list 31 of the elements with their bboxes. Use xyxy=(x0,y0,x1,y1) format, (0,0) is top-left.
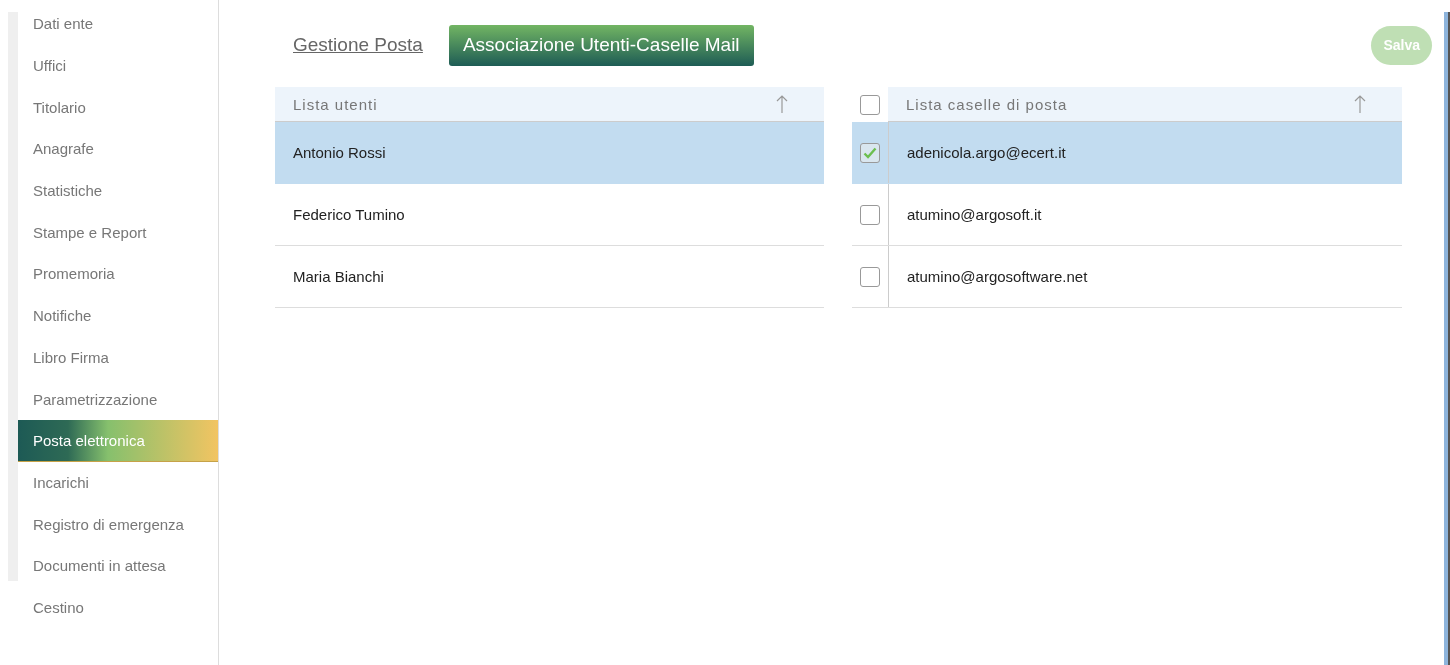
checkbox[interactable] xyxy=(860,266,880,287)
table-cell-text: atumino@argosoftware.net xyxy=(906,267,1088,287)
table-cell-text: adenicola.argo@ecert.it xyxy=(906,143,1066,163)
column-header[interactable]: Lista utenti xyxy=(293,95,378,113)
tab[interactable]: Associazione Utenti-Caselle Mail xyxy=(448,24,754,66)
sidebar-item[interactable]: Posta elettronica xyxy=(18,419,218,462)
sidebar-item[interactable]: Uffici xyxy=(18,44,218,87)
sidebar-item[interactable]: Documenti in attesa xyxy=(18,544,218,587)
sidebar-item[interactable]: Dati ente xyxy=(18,3,218,45)
sidebar-item[interactable]: Statistiche xyxy=(18,169,218,212)
sidebar-item[interactable]: Registro di emergenza xyxy=(18,503,218,545)
sidebar-item[interactable]: Anagrafe xyxy=(18,128,218,170)
table-row[interactable]: Maria Bianchi xyxy=(275,246,824,308)
sidebar-item[interactable]: Promemoria xyxy=(18,253,218,295)
table-row[interactable]: Antonio Rossi xyxy=(275,122,824,184)
sort-arrow-icon[interactable] xyxy=(776,94,788,114)
sidebar-item[interactable]: Titolario xyxy=(18,86,218,129)
sidebar-item[interactable]: Incarichi xyxy=(18,461,218,504)
sidebar-item[interactable]: Parametrizzazione xyxy=(18,378,218,420)
sidebar-item[interactable]: Cestino xyxy=(18,586,218,629)
sort-arrow-icon[interactable] xyxy=(1354,94,1366,114)
sidebar-item[interactable]: Notifiche xyxy=(18,294,218,337)
table-row[interactable]: Federico Tumino xyxy=(275,184,824,246)
column-header[interactable]: Lista caselle di posta xyxy=(906,95,1068,113)
checkbox[interactable] xyxy=(860,142,880,163)
tab[interactable]: Gestione Posta xyxy=(293,34,423,56)
table-cell-text: atumino@argosoft.it xyxy=(906,205,1042,225)
checkbox[interactable] xyxy=(860,94,880,115)
sidebar-item[interactable]: Stampe e Report xyxy=(18,211,218,254)
sidebar-item[interactable]: Libro Firma xyxy=(18,336,218,379)
checkbox[interactable] xyxy=(860,204,880,225)
